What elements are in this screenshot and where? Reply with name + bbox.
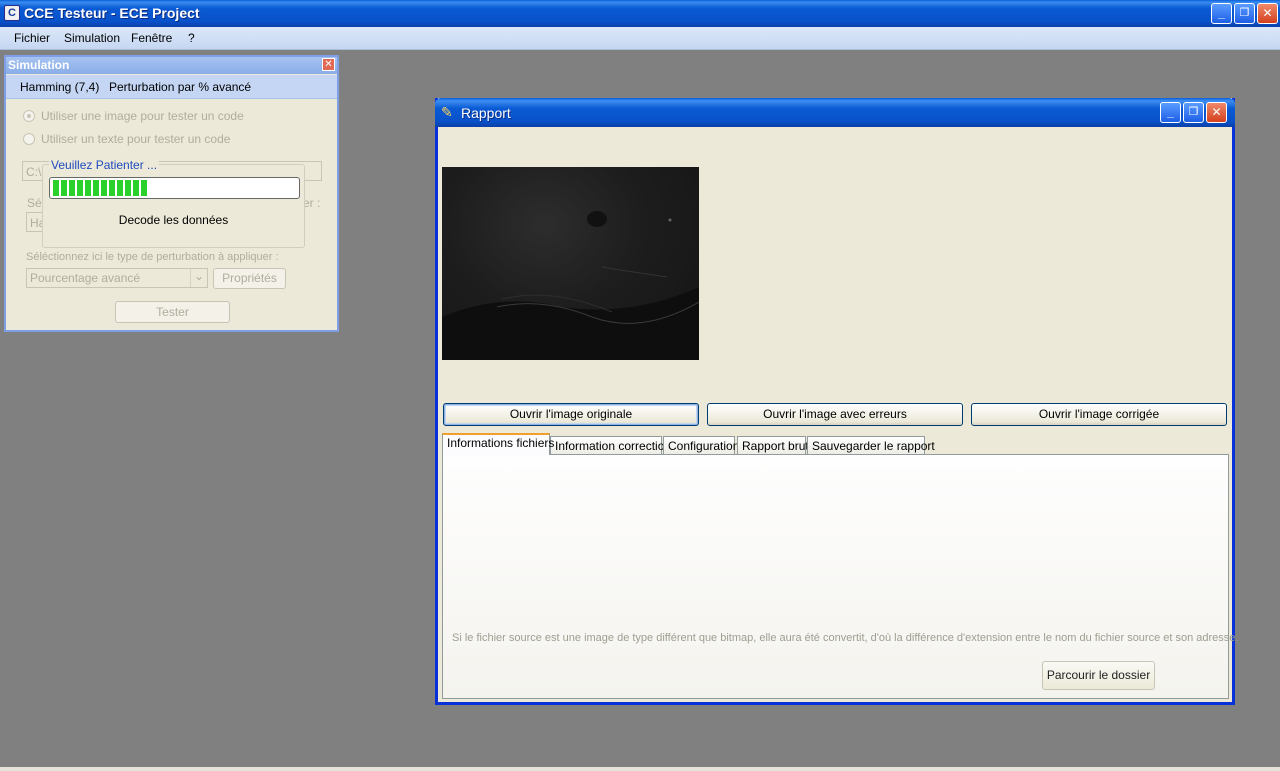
- tab-sauvegarder-rapport[interactable]: Sauvegarder le rapport: [807, 436, 935, 455]
- image-preview: [442, 167, 699, 360]
- open-error-image-button[interactable]: Ouvrir l'image avec erreurs: [707, 403, 963, 426]
- tab-informations-fichiers[interactable]: Informations fichiers: [442, 433, 554, 455]
- main-title-bar[interactable]: C CCE Testeur - ECE Project _ ❐ ✕: [0, 0, 1280, 27]
- rapport-minimize-button[interactable]: _: [1160, 102, 1181, 123]
- tab-configuration[interactable]: Configuration: [663, 436, 739, 455]
- radio-use-text[interactable]: Utiliser un texte pour tester un code: [23, 132, 230, 146]
- main-window-title: CCE Testeur - ECE Project: [24, 5, 200, 21]
- cce-app-icon[interactable]: C: [4, 5, 20, 21]
- radio-use-image[interactable]: Utiliser une image pour tester un code: [23, 109, 244, 123]
- tab-panel-informations: Si le fichier source est une image de ty…: [442, 454, 1238, 699]
- wait-dialog: Veuillez Patienter ... Decode les donnée…: [42, 158, 305, 248]
- perturbation-label: Séléctionnez ici le type de perturbation…: [26, 251, 279, 263]
- simulation-title: Simulation: [6, 57, 337, 74]
- open-corrected-image-button[interactable]: Ouvrir l'image corrigée: [971, 403, 1227, 426]
- radio-indicator: [23, 110, 35, 122]
- progress-bar: [49, 177, 300, 199]
- tab-hamming[interactable]: Hamming (7,4): [20, 80, 99, 94]
- menu-fenetre[interactable]: Fenêtre: [131, 31, 172, 45]
- simulation-panel: Simulation ✕ Hamming (7,4) Perturbation …: [4, 55, 339, 332]
- wait-status: Decode les données: [118, 213, 229, 227]
- restore-button[interactable]: ❐: [1234, 3, 1255, 24]
- perturbation-select[interactable]: Pourcentage avancé ⌄: [26, 268, 208, 288]
- menu-bar: Fichier Simulation Fenêtre ?: [0, 27, 1280, 50]
- menu-fichier[interactable]: Fichier: [14, 31, 50, 45]
- perturbation-value: Pourcentage avancé: [30, 271, 141, 285]
- menu-help[interactable]: ?: [188, 31, 195, 45]
- open-original-image-button[interactable]: Ouvrir l'image originale: [443, 403, 699, 426]
- rapport-maximize-button[interactable]: ❐: [1183, 102, 1204, 123]
- tab-information-correction[interactable]: Information correction: [550, 436, 671, 455]
- tab-perturbation[interactable]: Perturbation par % avancé: [109, 80, 251, 94]
- rapport-close-button[interactable]: ✕: [1206, 102, 1227, 123]
- minimize-button[interactable]: _: [1211, 3, 1232, 24]
- simulation-tabs: Hamming (7,4) Perturbation par % avancé: [6, 75, 337, 99]
- radio-indicator: [23, 133, 35, 145]
- menu-simulation[interactable]: Simulation: [64, 31, 120, 45]
- wait-title: Veuillez Patienter ...: [49, 158, 160, 172]
- tab-rapport-brut[interactable]: Rapport brut: [737, 436, 809, 455]
- test-button[interactable]: Tester: [115, 301, 230, 323]
- report-icon: ✎: [441, 104, 453, 120]
- conversion-hint: Si le fichier source est une image de ty…: [452, 632, 1239, 644]
- chevron-down-icon[interactable]: ⌄: [190, 269, 207, 287]
- simulation-close-button[interactable]: ✕: [322, 58, 335, 71]
- rapport-title: Rapport: [461, 105, 511, 121]
- close-button[interactable]: ✕: [1257, 3, 1278, 24]
- rapport-title-bar[interactable]: ✎ Rapport _ ❐ ✕: [435, 98, 1235, 127]
- status-bar: [0, 767, 1280, 771]
- progress-fill: [53, 180, 148, 196]
- rapport-window: ✎ Rapport _ ❐ ✕ Ouvrir l'image originale…: [435, 98, 1238, 705]
- properties-button[interactable]: Propriétés: [213, 268, 286, 289]
- select-code-label-tail: er :: [303, 196, 321, 210]
- browse-folder-button[interactable]: Parcourir le dossier: [1042, 661, 1155, 690]
